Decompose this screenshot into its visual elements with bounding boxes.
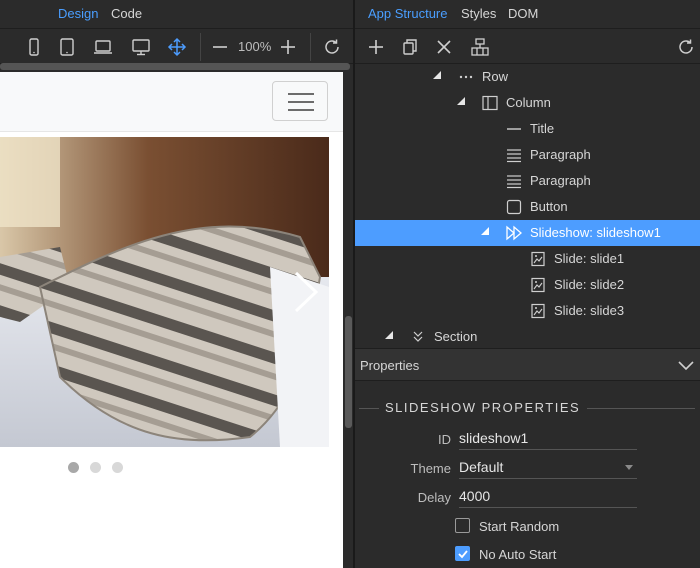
no-auto-start-checkbox[interactable] — [455, 546, 470, 561]
tree-item-slide[interactable]: Slide: slide1 — [355, 246, 700, 272]
hamburger-line — [288, 93, 314, 95]
zoom-out-icon[interactable] — [210, 37, 230, 57]
start-random-label: Start Random — [479, 519, 560, 534]
tree-item-label: Button — [530, 199, 568, 214]
laptop-icon[interactable] — [93, 37, 113, 57]
tree-item-slide[interactable]: Slide: slide2 — [355, 272, 700, 298]
tree-item-row[interactable]: Row — [355, 64, 700, 90]
properties-header[interactable]: Properties — [355, 348, 700, 381]
tree-item-label: Row — [482, 69, 509, 84]
add-icon[interactable] — [366, 37, 386, 57]
delete-icon[interactable] — [434, 37, 454, 57]
refresh-icon[interactable] — [322, 37, 342, 57]
hamburger-line — [288, 109, 314, 111]
slide-icon — [531, 303, 545, 319]
tree-item-label: Column — [506, 95, 551, 110]
expand-triangle-icon[interactable] — [433, 71, 441, 79]
design-toolbar: 100% — [0, 28, 353, 64]
expand-triangle-icon[interactable] — [385, 331, 393, 339]
tree-item-label: Title — [530, 121, 555, 136]
tree-item-label: Section — [434, 329, 478, 344]
tree-item-slideshow[interactable]: Slideshow: slideshow1 — [355, 220, 700, 246]
tree-item-section[interactable]: Section — [355, 324, 700, 348]
tree-item-slide[interactable]: Slide: slide3 — [355, 298, 700, 324]
delay-input[interactable]: 4000 — [459, 486, 637, 508]
checkmark-icon — [458, 550, 468, 559]
slide-image[interactable] — [0, 137, 329, 447]
tree-item-label: Slideshow: slideshow1 — [530, 225, 661, 240]
tree-item-column[interactable]: Column — [355, 90, 700, 116]
theme-select-value: Default — [459, 459, 504, 475]
app-window: Design Code 100% App Structure Styles DO… — [0, 0, 700, 568]
structure-icon[interactable] — [470, 37, 490, 57]
id-label: ID — [438, 432, 451, 447]
properties-header-label: Properties — [360, 358, 420, 373]
app-structure-tree: Row Column Title Paragraph Paragraph But… — [355, 64, 700, 348]
refresh-icon[interactable] — [676, 37, 696, 57]
slide-icon — [531, 251, 545, 267]
properties-panel: SLIDESHOW PROPERTIES ID slideshow1 Theme… — [355, 381, 700, 568]
slide-indicator-dot[interactable] — [90, 462, 101, 473]
slideshow-icon — [506, 225, 522, 241]
no-auto-start-label: No Auto Start — [479, 547, 557, 562]
expand-triangle-icon[interactable] — [457, 97, 465, 105]
structure-pane: App Structure Styles DOM Row Column Titl… — [355, 0, 700, 568]
horizontal-scrollbar[interactable] — [0, 63, 350, 70]
navbar-toggle-button[interactable] — [272, 81, 328, 121]
tree-item-label: Slide: slide1 — [554, 251, 625, 266]
tablet-icon[interactable] — [57, 37, 77, 57]
tree-item-paragraph[interactable]: Paragraph — [355, 168, 700, 194]
phone-portrait-icon[interactable] — [24, 37, 44, 57]
tab-styles[interactable]: Styles — [461, 6, 496, 21]
toolbar-separator — [310, 33, 311, 61]
zoom-level: 100% — [238, 39, 272, 54]
page-canvas — [0, 72, 343, 568]
section-title: SLIDESHOW PROPERTIES — [385, 400, 581, 415]
id-input[interactable]: slideshow1 — [459, 428, 637, 450]
button-icon — [506, 199, 522, 215]
expand-triangle-icon[interactable] — [481, 227, 489, 235]
view-tabs: Design Code — [0, 0, 353, 28]
tree-item-label: Paragraph — [530, 173, 591, 188]
chevron-down-icon[interactable] — [678, 359, 694, 371]
paragraph-icon — [507, 175, 521, 189]
theme-select[interactable]: Default — [459, 457, 637, 479]
section-divider — [587, 408, 695, 409]
slide-indicator-dot[interactable] — [112, 462, 123, 473]
tab-app-structure[interactable]: App Structure — [368, 6, 448, 21]
tab-dom[interactable]: DOM — [508, 6, 538, 21]
tab-code[interactable]: Code — [111, 6, 142, 21]
delay-label: Delay — [417, 490, 451, 505]
duplicate-icon[interactable] — [400, 37, 420, 57]
theme-label: Theme — [410, 461, 451, 476]
column-icon — [482, 95, 498, 111]
structure-toolbar — [355, 28, 700, 64]
tree-item-label: Slide: slide3 — [554, 303, 625, 318]
move-icon[interactable] — [167, 37, 187, 57]
zoom-in-icon[interactable] — [278, 37, 298, 57]
toolbar-separator — [200, 33, 201, 61]
slide-indicator-dot[interactable] — [68, 462, 79, 473]
hamburger-line — [288, 101, 314, 103]
slide-icon — [531, 277, 545, 293]
dots-icon — [459, 75, 473, 79]
vertical-scrollbar-thumb[interactable] — [345, 316, 352, 428]
section-divider — [359, 408, 379, 409]
desktop-icon[interactable] — [131, 37, 151, 57]
design-pane: Design Code 100% — [0, 0, 353, 568]
title-icon — [507, 128, 521, 130]
tree-item-label: Slide: slide2 — [554, 277, 625, 292]
tree-item-button[interactable]: Button — [355, 194, 700, 220]
tree-item-title[interactable]: Title — [355, 116, 700, 142]
caret-down-icon — [625, 465, 633, 470]
tree-item-label: Paragraph — [530, 147, 591, 162]
page-navbar — [0, 72, 343, 132]
start-random-checkbox[interactable] — [455, 518, 470, 533]
tree-item-paragraph[interactable]: Paragraph — [355, 142, 700, 168]
tab-design[interactable]: Design — [58, 6, 98, 21]
section-icon — [413, 331, 423, 342]
paragraph-icon — [507, 149, 521, 163]
panel-tabs: App Structure Styles DOM — [355, 0, 700, 28]
